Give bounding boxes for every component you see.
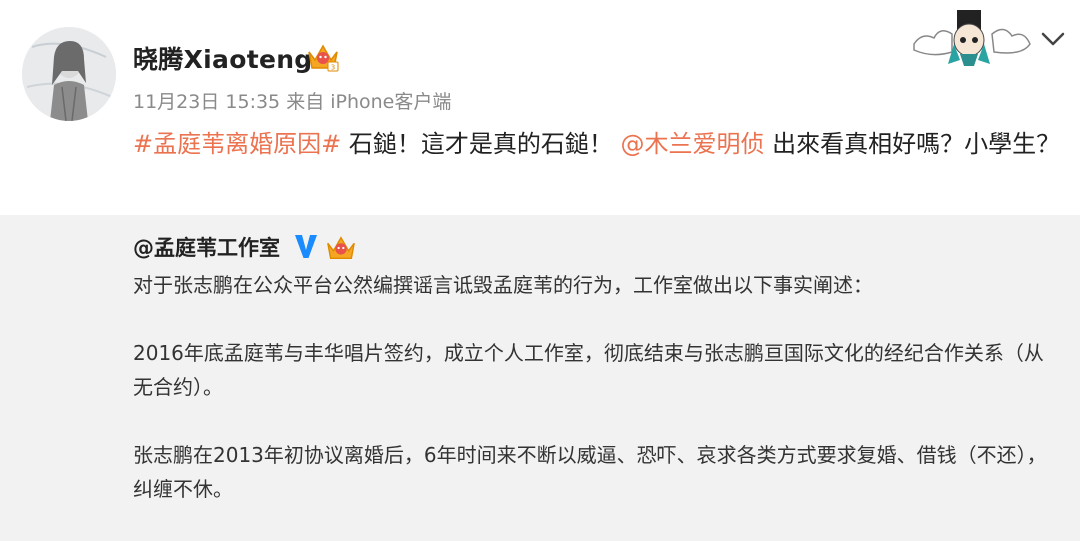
mention-link[interactable]: @木兰爱明侦 xyxy=(621,130,765,158)
post-meta: 11月23日 15:35 来自 iPhone客户端 xyxy=(133,91,452,113)
crown-vip-icon[interactable] xyxy=(325,232,357,264)
post-text-segment: 石鎚！這才是真的石鎚！ xyxy=(341,130,613,158)
avatar[interactable] xyxy=(22,27,116,121)
card-decoration-icon xyxy=(913,10,1031,66)
hashtag-link[interactable]: #孟庭苇离婚原因# xyxy=(133,130,341,158)
quoted-paragraph: 2016年底孟庭苇与丰华唱片签约，成立个人工作室，彻底结束与张志鹏亘国际文化的经… xyxy=(133,341,1044,399)
avatar-image xyxy=(22,27,116,121)
username[interactable]: 晓腾Xiaoteng xyxy=(133,40,313,76)
quoted-author-link[interactable]: @孟庭苇工作室 xyxy=(133,232,280,262)
post-text: #孟庭苇离婚原因# 石鎚！這才是真的石鎚！ @木兰爱明侦 出來看真相好嗎？小學生… xyxy=(133,124,1073,164)
post-text-segment: 出來看真相好嗎？小學生？ xyxy=(764,130,1061,158)
verified-v-icon xyxy=(295,235,317,258)
quoted-paragraph: 张志鹏在2013年初协议离婚后，6年时间来不断以威逼、恐吓、哀求各类方式要求复婚… xyxy=(133,443,1047,501)
crown-vip-icon[interactable]: 3 xyxy=(306,40,340,74)
chevron-down-icon[interactable] xyxy=(1040,30,1066,48)
svg-text:3: 3 xyxy=(331,64,335,72)
quoted-paragraph: 对于张志鹏在公众平台公然编撰谣言诋毁孟庭苇的行为，工作室做出以下事实阐述： xyxy=(133,273,873,297)
quoted-body: 对于张志鹏在公众平台公然编撰谣言诋毁孟庭苇的行为，工作室做出以下事实阐述： 20… xyxy=(133,268,1063,506)
